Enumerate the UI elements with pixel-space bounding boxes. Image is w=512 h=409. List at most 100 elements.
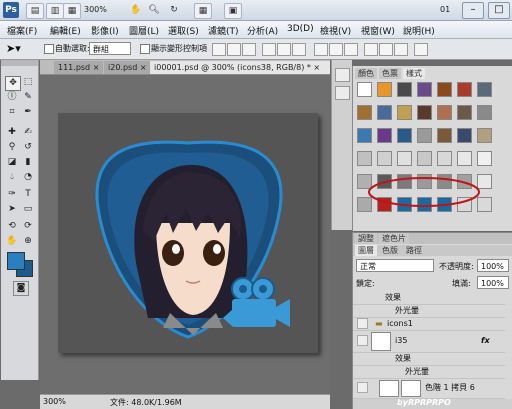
guides-icon[interactable]: ▦ xyxy=(63,3,81,19)
shape-tool[interactable]: ▭ xyxy=(21,203,35,216)
hand-tool[interactable]: ✋ xyxy=(5,235,19,248)
visibility-icon[interactable] xyxy=(357,382,368,393)
pen-tool[interactable]: ✑ xyxy=(5,188,19,201)
quick-select-tool[interactable]: ✎ xyxy=(21,91,35,104)
style-swatch[interactable] xyxy=(397,105,412,120)
minimize-button[interactable]: – xyxy=(462,2,484,19)
visibility-icon[interactable] xyxy=(357,318,368,329)
distribute-right-icon[interactable] xyxy=(394,43,408,56)
style-swatch[interactable] xyxy=(357,82,372,97)
document-canvas[interactable] xyxy=(58,113,318,353)
tab-close-icon[interactable]: × xyxy=(313,63,320,72)
tab-close-icon[interactable]: × xyxy=(140,63,147,72)
move-tool[interactable]: ✥ xyxy=(5,76,21,91)
zoom-tool[interactable]: ⊕ xyxy=(21,235,35,248)
menu-window[interactable]: 視窗(W) xyxy=(361,24,395,37)
style-swatch[interactable] xyxy=(477,82,492,97)
style-swatch[interactable] xyxy=(377,128,392,143)
visibility-icon[interactable] xyxy=(357,335,368,346)
distribute-bottom-icon[interactable] xyxy=(344,43,358,56)
layer-row[interactable]: 色階 1 拷貝 6 xyxy=(353,378,505,399)
align-vertical-center-icon[interactable] xyxy=(227,43,241,56)
toolbox-grip[interactable] xyxy=(1,60,38,66)
layer-row[interactable]: i35 fx xyxy=(353,330,505,353)
layer-row[interactable]: 外光暈 xyxy=(353,365,505,379)
tab-swatches[interactable]: 色票 xyxy=(379,68,401,79)
foreground-color-swatch[interactable] xyxy=(7,252,25,270)
marquee-tool[interactable]: ⬚ xyxy=(21,76,35,89)
hand-tool-icon[interactable]: ✋ xyxy=(128,3,144,17)
distribute-top-icon[interactable] xyxy=(314,43,328,56)
rotate-view-icon[interactable]: ↻ xyxy=(166,3,182,17)
align-left-icon[interactable] xyxy=(262,43,276,56)
style-swatch[interactable] xyxy=(477,105,492,120)
style-swatch[interactable] xyxy=(397,151,412,166)
dodge-tool[interactable]: ◔ xyxy=(21,171,35,184)
style-swatch[interactable] xyxy=(357,151,372,166)
style-swatch[interactable] xyxy=(457,128,472,143)
3d-rotate-tool[interactable]: ⟲ xyxy=(5,220,19,233)
style-swatch[interactable] xyxy=(417,105,432,120)
menu-view[interactable]: 檢視(V) xyxy=(320,24,351,37)
quick-mask-icon[interactable]: ◙ xyxy=(13,281,29,296)
history-brush-tool[interactable]: ↺ xyxy=(21,141,35,154)
tab-masks[interactable]: 遮色片 xyxy=(379,233,409,244)
lasso-tool[interactable]: ⓛ xyxy=(5,91,19,104)
tab-styles[interactable]: 樣式 xyxy=(403,68,425,79)
style-swatch[interactable] xyxy=(437,105,452,120)
style-swatch[interactable] xyxy=(477,128,492,143)
gradient-tool[interactable]: ▮ xyxy=(21,156,35,169)
bridge-icon[interactable]: ▤ xyxy=(26,3,44,19)
zoom-level[interactable]: 300% xyxy=(84,5,107,14)
path-selection-tool[interactable]: ➤ xyxy=(5,203,19,216)
tab-111-psd[interactable]: 111.psd × xyxy=(54,61,104,74)
align-horizontal-center-icon[interactable] xyxy=(277,43,291,56)
tab-close-icon[interactable]: × xyxy=(93,63,100,72)
transform-controls-checkbox[interactable] xyxy=(140,44,150,54)
style-swatch[interactable] xyxy=(477,151,492,166)
style-swatch[interactable] xyxy=(377,82,392,97)
panel-history-icon[interactable] xyxy=(335,68,350,82)
mini-bridge-icon[interactable]: ▥ xyxy=(46,3,64,19)
style-swatch[interactable] xyxy=(437,128,452,143)
menu-analysis[interactable]: 分析(A) xyxy=(247,24,278,37)
menu-help[interactable]: 說明(H) xyxy=(403,24,435,37)
auto-select-checkbox[interactable] xyxy=(44,44,54,54)
screen-mode-icon[interactable]: ▣ xyxy=(224,3,242,19)
style-swatch[interactable] xyxy=(377,105,392,120)
tab-adjustments[interactable]: 調整 xyxy=(355,233,377,244)
spot-healing-tool[interactable]: ✚ xyxy=(5,126,19,139)
style-swatch[interactable] xyxy=(417,151,432,166)
style-swatch[interactable] xyxy=(437,151,452,166)
tab-color[interactable]: 顏色 xyxy=(355,68,377,79)
menu-file[interactable]: 檔案(F) xyxy=(7,24,37,37)
layer-row[interactable]: 效果 xyxy=(353,352,505,366)
arrange-documents-icon[interactable]: ▦ xyxy=(194,3,212,19)
clone-stamp-tool[interactable]: ⚲ xyxy=(5,141,19,154)
layer-row[interactable]: 效果 xyxy=(353,291,505,305)
style-swatch[interactable] xyxy=(417,82,432,97)
crop-tool[interactable]: ⌗ xyxy=(5,106,19,119)
blend-mode-select[interactable]: 正常 xyxy=(356,259,434,272)
maximize-button[interactable]: □ xyxy=(488,2,510,19)
fx-icon[interactable]: fx xyxy=(481,334,490,347)
align-bottom-icon[interactable] xyxy=(242,43,256,56)
style-swatch[interactable] xyxy=(457,151,472,166)
style-swatch[interactable] xyxy=(457,105,472,120)
fill-input[interactable]: 100% xyxy=(477,276,509,289)
blur-tool[interactable]: 💧︎ xyxy=(5,171,19,184)
style-swatch[interactable] xyxy=(357,105,372,120)
menu-filter[interactable]: 濾鏡(T) xyxy=(208,24,239,37)
menu-edit[interactable]: 編輯(E) xyxy=(50,24,81,37)
brush-tool[interactable]: ✍ xyxy=(21,126,35,139)
tab-paths[interactable]: 路徑 xyxy=(403,245,425,256)
menu-3d[interactable]: 3D(D) xyxy=(287,24,314,34)
move-tool-icon[interactable]: ➤▾ xyxy=(6,42,21,55)
tab-layers[interactable]: 圖層 xyxy=(355,245,377,256)
style-swatch[interactable] xyxy=(397,82,412,97)
menu-image[interactable]: 影像(I) xyxy=(91,24,119,37)
menu-select[interactable]: 選取(S) xyxy=(168,24,199,37)
align-right-icon[interactable] xyxy=(292,43,306,56)
style-swatch[interactable] xyxy=(417,128,432,143)
distribute-hcenter-icon[interactable] xyxy=(379,43,393,56)
